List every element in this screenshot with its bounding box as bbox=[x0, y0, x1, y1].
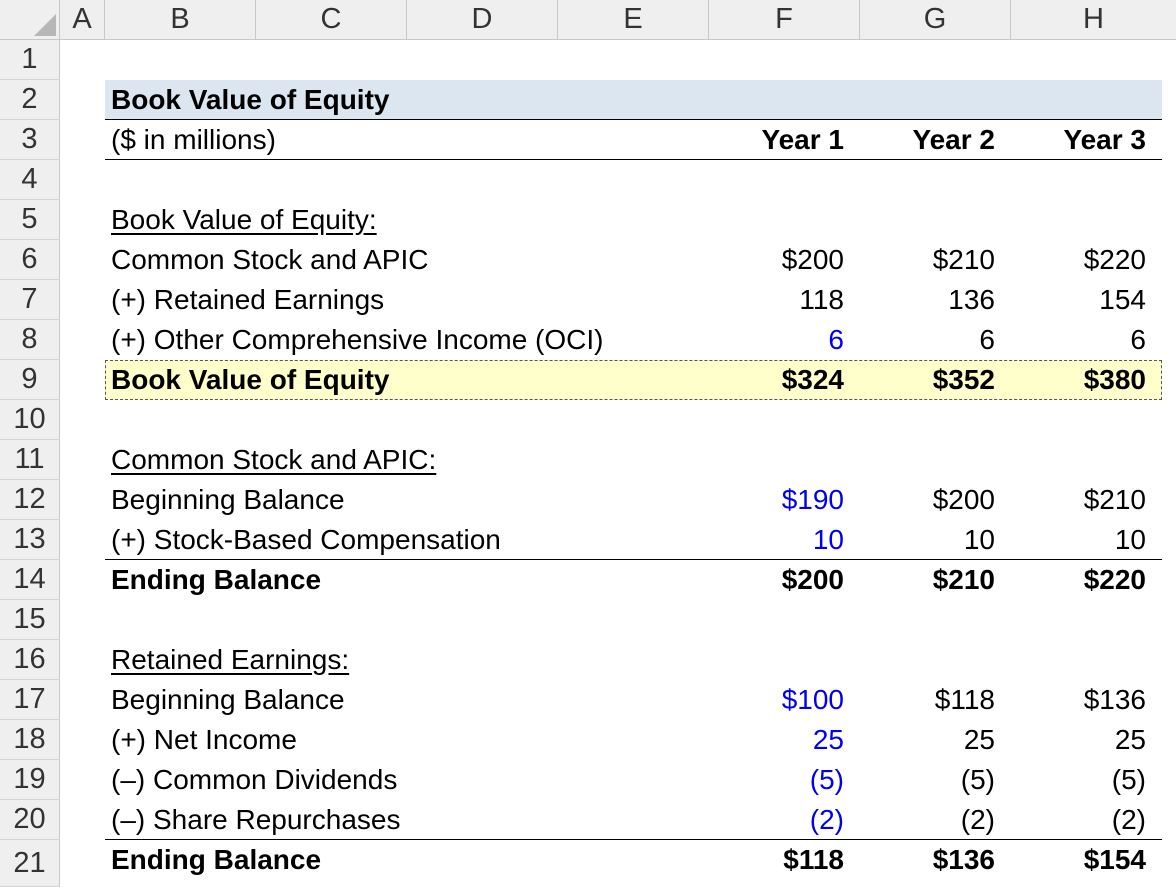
row-header-9[interactable]: 9 bbox=[0, 360, 60, 400]
bve-retained-y2[interactable]: 136 bbox=[835, 280, 995, 320]
year-2-header[interactable]: Year 2 bbox=[835, 120, 995, 160]
re-section-heading[interactable]: Retained Earnings: bbox=[111, 640, 349, 680]
re-div-label[interactable]: (–) Common Dividends bbox=[111, 760, 397, 800]
re-end-label[interactable]: Ending Balance bbox=[111, 840, 321, 880]
row-header-1[interactable]: 1 bbox=[0, 40, 60, 80]
column-header-d[interactable]: D bbox=[407, 0, 558, 40]
apic-sbc-y2[interactable]: 10 bbox=[835, 520, 995, 560]
apic-begin-y3[interactable]: $210 bbox=[986, 480, 1146, 520]
bve-retained-label[interactable]: (+) Retained Earnings bbox=[111, 280, 384, 320]
bve-oci-y1[interactable]: 6 bbox=[684, 320, 844, 360]
apic-begin-label[interactable]: Beginning Balance bbox=[111, 480, 345, 520]
row-header-17[interactable]: 17 bbox=[0, 680, 60, 720]
bve-section-heading[interactable]: Book Value of Equity: bbox=[111, 200, 377, 240]
row-header-12[interactable]: 12 bbox=[0, 480, 60, 520]
sheet-title[interactable]: Book Value of Equity bbox=[111, 80, 389, 120]
row-header-21[interactable]: 21 bbox=[0, 840, 60, 887]
re-begin-y3[interactable]: $136 bbox=[986, 680, 1146, 720]
column-header-b[interactable]: B bbox=[105, 0, 256, 40]
year-1-header[interactable]: Year 1 bbox=[684, 120, 844, 160]
row-header-10[interactable]: 10 bbox=[0, 400, 60, 440]
re-rep-label[interactable]: (–) Share Repurchases bbox=[111, 800, 400, 840]
apic-sbc-y1[interactable]: 10 bbox=[684, 520, 844, 560]
bve-total-label[interactable]: Book Value of Equity bbox=[111, 360, 389, 400]
re-ni-label[interactable]: (+) Net Income bbox=[111, 720, 297, 760]
re-div-y3[interactable]: (5) bbox=[986, 760, 1146, 800]
apic-begin-y2[interactable]: $200 bbox=[835, 480, 995, 520]
re-begin-label[interactable]: Beginning Balance bbox=[111, 680, 345, 720]
bve-oci-label[interactable]: (+) Other Comprehensive Income (OCI) bbox=[111, 320, 604, 360]
select-all-icon bbox=[34, 14, 56, 36]
apic-sbc-y3[interactable]: 10 bbox=[986, 520, 1146, 560]
apic-end-y1[interactable]: $200 bbox=[684, 560, 844, 600]
apic-end-y2[interactable]: $210 bbox=[835, 560, 995, 600]
year-3-header[interactable]: Year 3 bbox=[986, 120, 1146, 160]
column-header-a[interactable]: A bbox=[60, 0, 105, 40]
re-end-y3[interactable]: $154 bbox=[986, 840, 1146, 880]
row-header-3[interactable]: 3 bbox=[0, 120, 60, 160]
row-header-20[interactable]: 20 bbox=[0, 800, 60, 840]
bve-common-y3[interactable]: $220 bbox=[986, 240, 1146, 280]
re-end-y1[interactable]: $118 bbox=[684, 840, 844, 880]
row-header-7[interactable]: 7 bbox=[0, 280, 60, 320]
re-div-y1[interactable]: (5) bbox=[684, 760, 844, 800]
row-header-16[interactable]: 16 bbox=[0, 640, 60, 680]
row-header-6[interactable]: 6 bbox=[0, 240, 60, 280]
apic-sbc-label[interactable]: (+) Stock-Based Compensation bbox=[111, 520, 501, 560]
bve-retained-y1[interactable]: 118 bbox=[684, 280, 844, 320]
re-ni-y2[interactable]: 25 bbox=[835, 720, 995, 760]
bve-retained-y3[interactable]: 154 bbox=[986, 280, 1146, 320]
bve-total-y1[interactable]: $324 bbox=[684, 360, 844, 400]
apic-section-heading[interactable]: Common Stock and APIC: bbox=[111, 440, 436, 480]
re-rep-y3[interactable]: (2) bbox=[986, 800, 1146, 840]
bve-common-y1[interactable]: $200 bbox=[684, 240, 844, 280]
row-header-11[interactable]: 11 bbox=[0, 440, 60, 480]
bve-total-y3[interactable]: $380 bbox=[986, 360, 1146, 400]
select-all-corner[interactable] bbox=[0, 0, 60, 40]
bve-oci-y3[interactable]: 6 bbox=[986, 320, 1146, 360]
re-div-y2[interactable]: (5) bbox=[835, 760, 995, 800]
row-header-4[interactable]: 4 bbox=[0, 160, 60, 200]
row-header-13[interactable]: 13 bbox=[0, 520, 60, 560]
column-header-f[interactable]: F bbox=[709, 0, 860, 40]
column-header-c[interactable]: C bbox=[256, 0, 407, 40]
bve-common-label[interactable]: Common Stock and APIC bbox=[111, 240, 428, 280]
apic-end-label[interactable]: Ending Balance bbox=[111, 560, 321, 600]
bve-common-y2[interactable]: $210 bbox=[835, 240, 995, 280]
row-header-15[interactable]: 15 bbox=[0, 600, 60, 640]
re-begin-y1[interactable]: $100 bbox=[684, 680, 844, 720]
row-header-19[interactable]: 19 bbox=[0, 760, 60, 800]
apic-begin-y1[interactable]: $190 bbox=[684, 480, 844, 520]
units-label[interactable]: ($ in millions) bbox=[111, 120, 276, 160]
re-end-y2[interactable]: $136 bbox=[835, 840, 995, 880]
row-header-8[interactable]: 8 bbox=[0, 320, 60, 360]
column-header-h[interactable]: H bbox=[1011, 0, 1176, 40]
bve-oci-y2[interactable]: 6 bbox=[835, 320, 995, 360]
re-rep-y1[interactable]: (2) bbox=[684, 800, 844, 840]
re-ni-y1[interactable]: 25 bbox=[684, 720, 844, 760]
column-header-e[interactable]: E bbox=[558, 0, 709, 40]
column-header-g[interactable]: G bbox=[860, 0, 1011, 40]
row-header-2[interactable]: 2 bbox=[0, 80, 60, 120]
row-header-5[interactable]: 5 bbox=[0, 200, 60, 240]
row-header-14[interactable]: 14 bbox=[0, 560, 60, 600]
bve-total-y2[interactable]: $352 bbox=[835, 360, 995, 400]
re-rep-y2[interactable]: (2) bbox=[835, 800, 995, 840]
row-header-18[interactable]: 18 bbox=[0, 720, 60, 760]
apic-end-y3[interactable]: $220 bbox=[986, 560, 1146, 600]
re-ni-y3[interactable]: 25 bbox=[986, 720, 1146, 760]
re-begin-y2[interactable]: $118 bbox=[835, 680, 995, 720]
